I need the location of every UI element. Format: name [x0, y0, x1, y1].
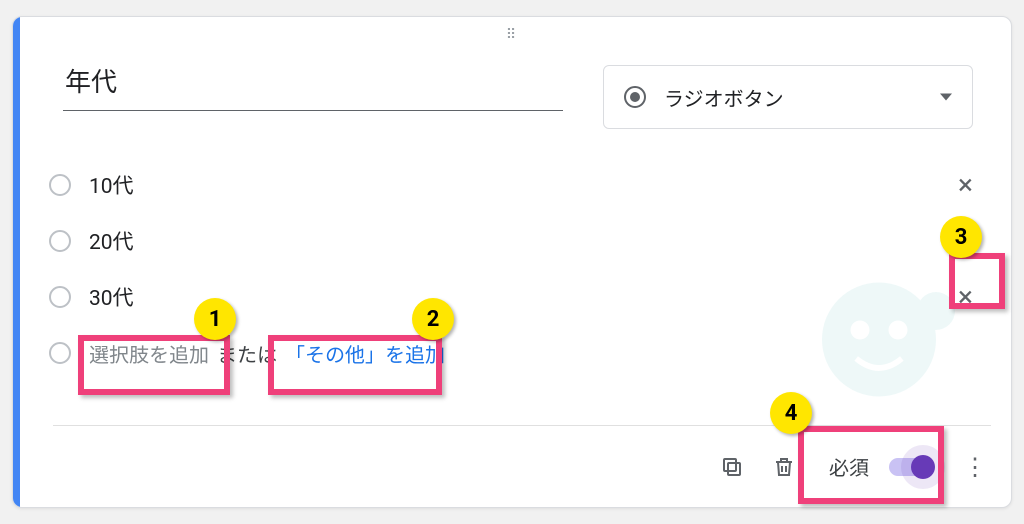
- radio-icon: [624, 86, 646, 108]
- remove-option-icon[interactable]: ×: [950, 223, 981, 259]
- radio-placeholder-icon: [49, 230, 71, 252]
- radio-placeholder-icon: [49, 174, 71, 196]
- option-row: 20代 ×: [49, 213, 981, 269]
- remove-option-icon[interactable]: ×: [950, 279, 981, 315]
- radio-placeholder-icon: [49, 342, 71, 364]
- required-block: 必須: [829, 452, 933, 481]
- question-title-wrap: [63, 59, 563, 111]
- option-label[interactable]: 10代: [89, 170, 950, 200]
- chevron-down-icon: [940, 94, 952, 101]
- required-toggle[interactable]: [889, 458, 933, 476]
- option-label[interactable]: 20代: [89, 226, 950, 256]
- add-option-row: 選択肢を追加 または 「その他」を追加: [49, 325, 981, 381]
- question-title-input[interactable]: [63, 59, 563, 111]
- option-label[interactable]: 30代: [89, 282, 950, 312]
- question-type-select[interactable]: ラジオボタン: [603, 65, 973, 129]
- add-option-placeholder[interactable]: 選択肢を追加: [89, 339, 209, 368]
- remove-option-icon[interactable]: ×: [950, 167, 981, 203]
- drag-handle-icon[interactable]: ⠿: [506, 27, 518, 43]
- question-footer: 必須 ⋮: [53, 425, 991, 507]
- option-row: 10代 ×: [49, 157, 981, 213]
- question-header: ラジオボタン: [63, 59, 981, 129]
- duplicate-icon[interactable]: [719, 454, 745, 480]
- required-label: 必須: [829, 452, 869, 481]
- or-text: または: [217, 339, 277, 368]
- add-other-button[interactable]: 「その他」を追加: [285, 339, 445, 368]
- option-row: 30代 ×: [49, 269, 981, 325]
- accent-bar: [13, 17, 20, 507]
- radio-placeholder-icon: [49, 286, 71, 308]
- options-list: 10代 × 20代 × 30代 × 選択肢を追加 または 「その他」を追加: [49, 157, 981, 381]
- more-options-icon[interactable]: ⋮: [959, 451, 991, 483]
- question-card: ⠿ ラジオボタン 10代 × 20代 × 30代 × 選択肢を追加: [12, 16, 1012, 508]
- trash-icon[interactable]: [771, 454, 797, 480]
- question-type-label: ラジオボタン: [664, 83, 784, 112]
